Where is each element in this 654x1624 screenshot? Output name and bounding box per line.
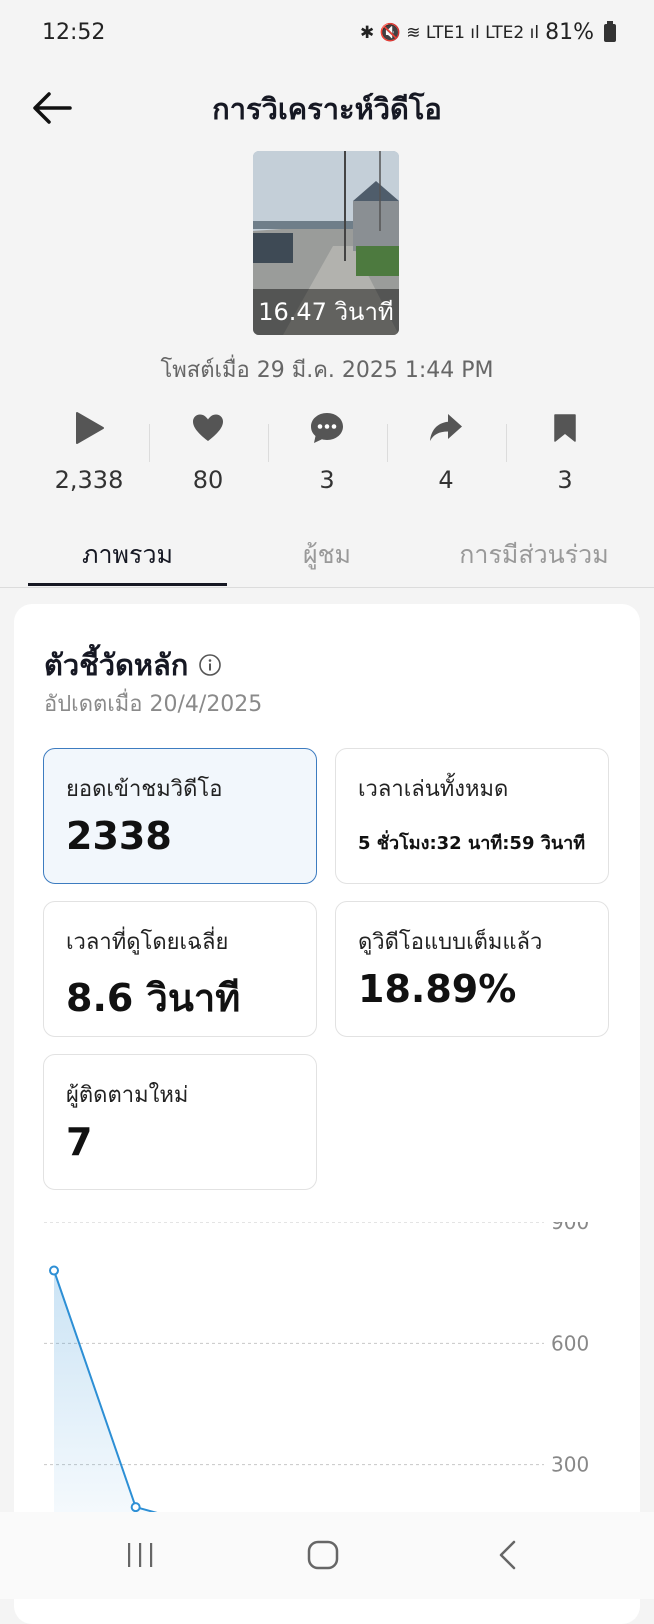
stat-comments: 3 [267,408,387,494]
series-line [53,1270,545,1551]
stat-value: 2,338 [54,466,124,494]
tab-active-indicator [28,583,227,586]
key-metrics-title: ตัวชี้วัดหลัก [44,642,222,688]
signal-icons: ✱ 🔇 ≋ LTE1 ıl LTE2 ıl [359,22,540,43]
metric-label: ยอดเข้าชมวิดีโอ [66,777,223,802]
stat-value: 4 [438,466,454,494]
data-point[interactable] [49,1265,59,1276]
posted-date: โพสต์เมื่อ 29 มี.ค. 2025 1:44 PM [160,358,494,383]
video-duration: 16.47 วินาที [253,289,399,335]
y-tick-label: 300 [551,1453,589,1477]
stat-likes: 80 [148,408,268,494]
bookmark-icon [554,414,576,442]
video-thumbnail[interactable]: 16.47 วินาที [253,151,399,335]
tab-audience[interactable]: ผู้ชม [252,535,402,575]
home-button[interactable] [293,1530,353,1580]
line-chart: 900 600 300 [44,1210,589,1555]
metric-label: ผู้ติดตามใหม่ [66,1083,189,1108]
tab-engagement[interactable]: การมีส่วนร่วม [434,535,634,575]
tab-divider [0,587,654,588]
comment-icon [311,413,343,443]
views-chart: 900 600 300 [44,1210,614,1555]
recent-apps-button[interactable] [110,1530,170,1580]
stat-value: 3 [319,466,335,494]
stat-saves: 3 [505,408,625,494]
stat-views: 2,338 [29,408,149,494]
series-area [54,1270,544,1550]
battery-level: 81% [545,20,594,45]
play-icon [76,412,104,444]
metric-watched-full-video[interactable]: ดูวิดีโอแบบเต็มแล้ว 18.89% [335,901,609,1037]
page-title: การวิเคราะห์วิดีโอ [212,92,442,126]
y-tick-label: 900 [551,1222,589,1234]
key-metrics-heading: ตัวชี้วัดหลัก [44,648,189,682]
metric-total-play-time[interactable]: เวลาเล่นทั้งหมด 5 ชั่วโมง:32 นาที:59 วิน… [335,748,609,884]
stat-value: 80 [192,466,224,494]
share-icon [430,414,462,441]
metric-label: ดูวิดีโอแบบเต็มแล้ว [358,930,543,955]
metric-label: เวลาเล่นทั้งหมด [358,777,509,802]
status-icons: ✱ 🔇 ≋ LTE1 ıl LTE2 ıl 81% [360,20,616,45]
tab-overview[interactable]: ภาพรวม [28,535,227,575]
stat-value: 3 [557,466,573,494]
metric-label: เวลาที่ดูโดยเฉลี่ย [66,930,229,955]
status-time: 12:52 [42,20,106,45]
home-icon [307,1540,339,1570]
heart-icon [193,414,223,441]
metric-value: 7 [66,1120,93,1164]
metric-video-views[interactable]: ยอดเข้าชมวิดีโอ 2338 [43,748,317,884]
metric-new-followers[interactable]: ผู้ติดตามใหม่ 7 [43,1054,317,1190]
updated-date: อัปเดตเมื่อ 20/4/2025 [44,692,263,717]
stat-shares: 4 [386,408,506,494]
metric-value: 18.89% [358,967,517,1011]
back-nav-button[interactable] [478,1530,538,1580]
info-icon[interactable] [198,653,222,677]
chevron-left-icon [499,1540,516,1570]
system-navigation-bar [0,1512,654,1599]
data-point[interactable] [130,1502,141,1513]
battery-icon [604,20,616,42]
metric-average-watch-time[interactable]: เวลาที่ดูโดยเฉลี่ย 8.6 วินาที [43,901,317,1037]
metric-value: 8.6 วินาที [66,976,241,1020]
metric-value: 2338 [66,814,172,858]
recent-apps-icon [128,1543,153,1567]
y-tick-label: 600 [551,1331,589,1355]
metric-value: 5 ชั่วโมง:32 นาที:59 วินาที [358,833,586,854]
